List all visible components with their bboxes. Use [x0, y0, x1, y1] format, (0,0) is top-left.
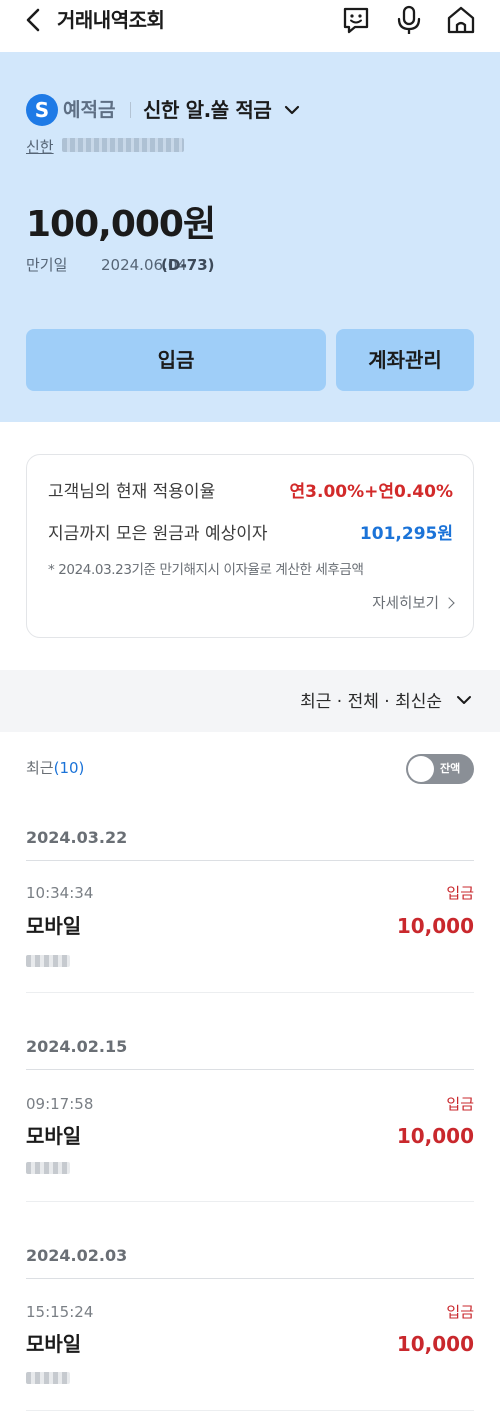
page-title: 거래내역조회	[57, 8, 165, 32]
date-header: 2024.03.22	[26, 828, 128, 847]
back-arrow-icon[interactable]	[22, 6, 48, 34]
divider	[26, 1278, 474, 1279]
calculation-note: * 2024.03.23기준 만기해지시 이자율로 계산한 세후금액	[48, 562, 364, 578]
detail-view-link[interactable]: 자세히보기	[372, 593, 455, 615]
chevron-right-icon	[443, 597, 455, 609]
account-balance: 100,000원	[26, 204, 216, 245]
transaction-time: 10:34:34	[26, 884, 94, 902]
shinhan-logo-icon: S	[26, 94, 58, 126]
date-header: 2024.02.03	[26, 1246, 128, 1265]
sort-filter-label[interactable]: 최근 · 전체 · 최신순	[300, 689, 442, 715]
divider	[130, 102, 131, 118]
divider	[26, 1410, 474, 1411]
divider	[26, 992, 474, 993]
divider	[26, 1069, 474, 1070]
transaction-time: 15:15:24	[26, 1303, 94, 1321]
deposit-button[interactable]: 입금	[26, 329, 326, 391]
expected-amount-label: 지금까지 모은 원금과 예상이자	[48, 524, 268, 544]
transaction-title: 모바일	[26, 914, 82, 938]
interest-rate-label: 고객님의 현재 적용이율	[48, 482, 216, 502]
transaction-title: 모바일	[26, 1332, 82, 1356]
account-number-masked	[62, 138, 184, 152]
transaction-type: 입금	[446, 1095, 474, 1113]
account-type-label: 예적금	[63, 99, 116, 121]
balance-toggle[interactable]: 잔액	[406, 754, 474, 784]
transaction-amount: 10,000	[396, 914, 474, 938]
transaction-type: 입금	[446, 884, 474, 902]
recent-count: (10)	[53, 759, 85, 777]
chevron-down-icon[interactable]	[282, 100, 302, 120]
transaction-type: 입금	[446, 1303, 474, 1321]
sort-filter-bar[interactable]: 최근 · 전체 · 최신순	[0, 670, 500, 732]
date-header: 2024.02.15	[26, 1037, 128, 1056]
transaction-time: 09:17:58	[26, 1095, 94, 1113]
divider	[26, 860, 474, 861]
top-bar: 거래내역조회	[0, 0, 500, 52]
maturity-label: 만기일	[26, 256, 68, 274]
home-icon[interactable]	[446, 5, 476, 35]
bank-name-link[interactable]: 신한	[26, 136, 54, 158]
interest-rate-value: 연3.00%+연0.40%	[289, 482, 453, 502]
account-manage-button[interactable]: 계좌관리	[336, 329, 474, 391]
transaction-memo-masked	[26, 1372, 70, 1384]
recent-transaction-count: 최근(10)	[26, 757, 84, 779]
toggle-knob	[408, 756, 434, 782]
transaction-memo-masked	[26, 955, 70, 967]
chatbot-icon[interactable]	[341, 5, 371, 35]
expected-amount-value: 101,295원	[359, 524, 453, 544]
transaction-memo-masked	[26, 1162, 70, 1174]
detail-view-label: 자세히보기	[372, 596, 439, 612]
divider	[26, 1201, 474, 1202]
account-summary-panel: S 예적금 신한 알.쏠 적금 신한 100,000원 만기일 2024.06.…	[0, 52, 500, 422]
recent-label: 최근	[26, 759, 54, 777]
account-name-selector[interactable]: 신한 알.쏠 적금	[143, 96, 272, 124]
transaction-title: 모바일	[26, 1124, 82, 1148]
chevron-down-icon[interactable]	[454, 690, 474, 710]
balance-toggle-label: 잔액	[440, 762, 461, 775]
transaction-amount: 10,000	[396, 1124, 474, 1148]
dday-counter: (D-73)	[161, 256, 215, 274]
transaction-amount: 10,000	[396, 1332, 474, 1356]
interest-info-card: 고객님의 현재 적용이율 연3.00%+연0.40% 지금까지 모은 원금과 예…	[26, 454, 474, 638]
microphone-icon[interactable]	[394, 5, 424, 35]
